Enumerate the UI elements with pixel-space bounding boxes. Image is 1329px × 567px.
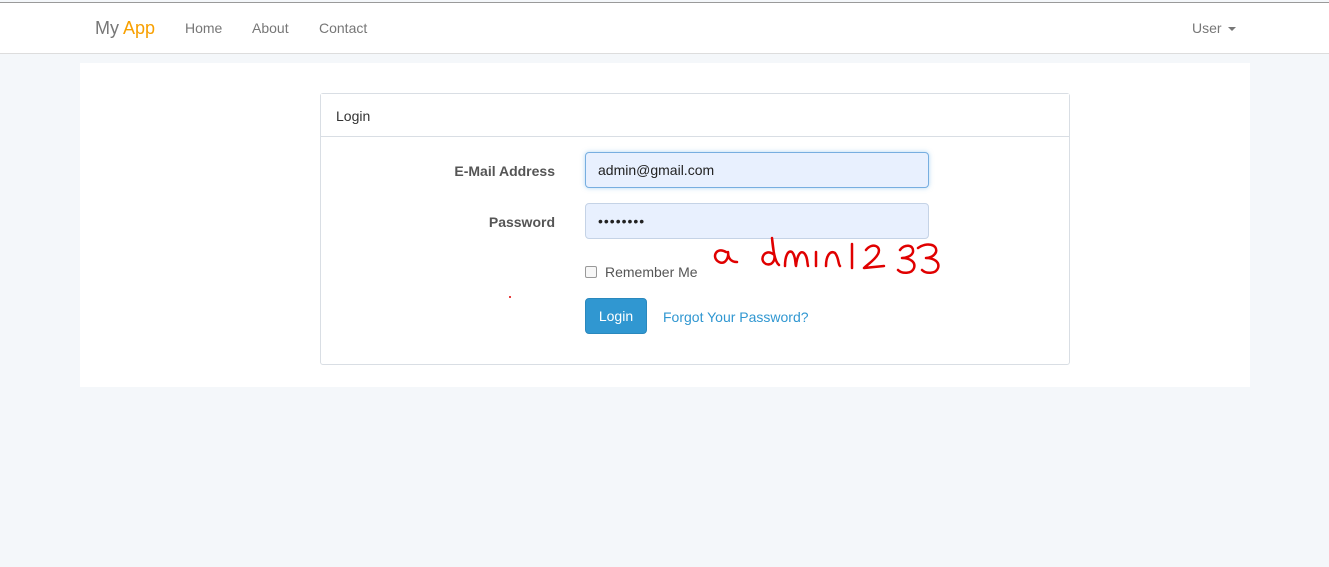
brand-accent: App — [123, 18, 156, 38]
caret-down-icon — [1227, 27, 1236, 32]
forgot-password-link[interactable]: Forgot Your Password? — [663, 309, 809, 325]
brand-main: My — [95, 18, 119, 38]
user-dropdown[interactable]: User — [1192, 20, 1236, 36]
panel-heading: Login — [321, 94, 1069, 137]
password-label: Password — [488, 214, 555, 230]
login-button[interactable]: Login — [585, 298, 647, 334]
remember-label: Remember Me — [605, 264, 698, 280]
remember-checkbox[interactable] — [585, 266, 597, 278]
login-panel: Login E-Mail Address Password Remember M… — [320, 93, 1070, 365]
email-label: E-Mail Address — [454, 163, 555, 179]
navbar: My App Home About Contact User — [0, 3, 1329, 54]
nav-home[interactable]: Home — [185, 20, 222, 36]
nav-contact[interactable]: Contact — [319, 20, 367, 36]
email-field[interactable] — [585, 152, 929, 188]
remember-me[interactable]: Remember Me — [585, 264, 698, 280]
user-label: User — [1192, 20, 1222, 36]
brand-logo[interactable]: My App — [95, 18, 155, 39]
nav-about[interactable]: About — [252, 20, 289, 36]
password-field[interactable] — [585, 203, 929, 239]
